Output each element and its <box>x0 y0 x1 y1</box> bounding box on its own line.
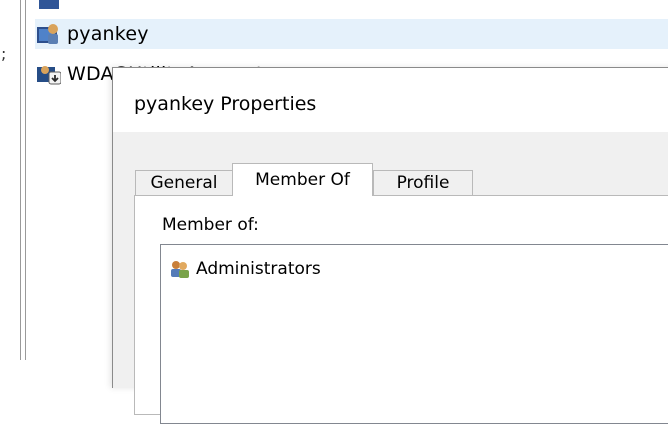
tab-member-of[interactable]: Member Of <box>232 163 373 196</box>
left-edge-glyph: ; <box>1 44 7 63</box>
user-icon <box>37 0 61 11</box>
member-of-list[interactable]: Administrators <box>160 244 668 424</box>
tab-profile[interactable]: Profile <box>373 170 473 195</box>
group-name: Administrators <box>196 259 321 279</box>
dialog-tabs: General Member Of Profile <box>135 161 668 196</box>
list-item-cutoff[interactable] <box>37 0 67 14</box>
disabled-user-icon <box>37 62 62 86</box>
dialog-title: pyankey Properties <box>134 93 317 115</box>
user-icon <box>37 22 61 46</box>
group-icon <box>169 259 191 279</box>
tab-general[interactable]: General <box>135 170 233 195</box>
list-item-pyankey[interactable]: pyankey <box>35 19 668 49</box>
window-divider <box>20 0 21 360</box>
dialog-body: General Member Of Profile Member of: Adm… <box>113 132 668 424</box>
list-item-group[interactable]: Administrators <box>169 259 321 279</box>
properties-dialog[interactable]: pyankey Properties General Member Of Pro… <box>112 67 668 424</box>
main-window-left-edge: ; <box>0 0 30 360</box>
list-item-label: pyankey <box>67 23 149 45</box>
member-of-panel: Member of: Administrators <box>134 195 668 424</box>
member-of-label: Member of: <box>162 215 259 235</box>
window-divider <box>25 0 26 360</box>
